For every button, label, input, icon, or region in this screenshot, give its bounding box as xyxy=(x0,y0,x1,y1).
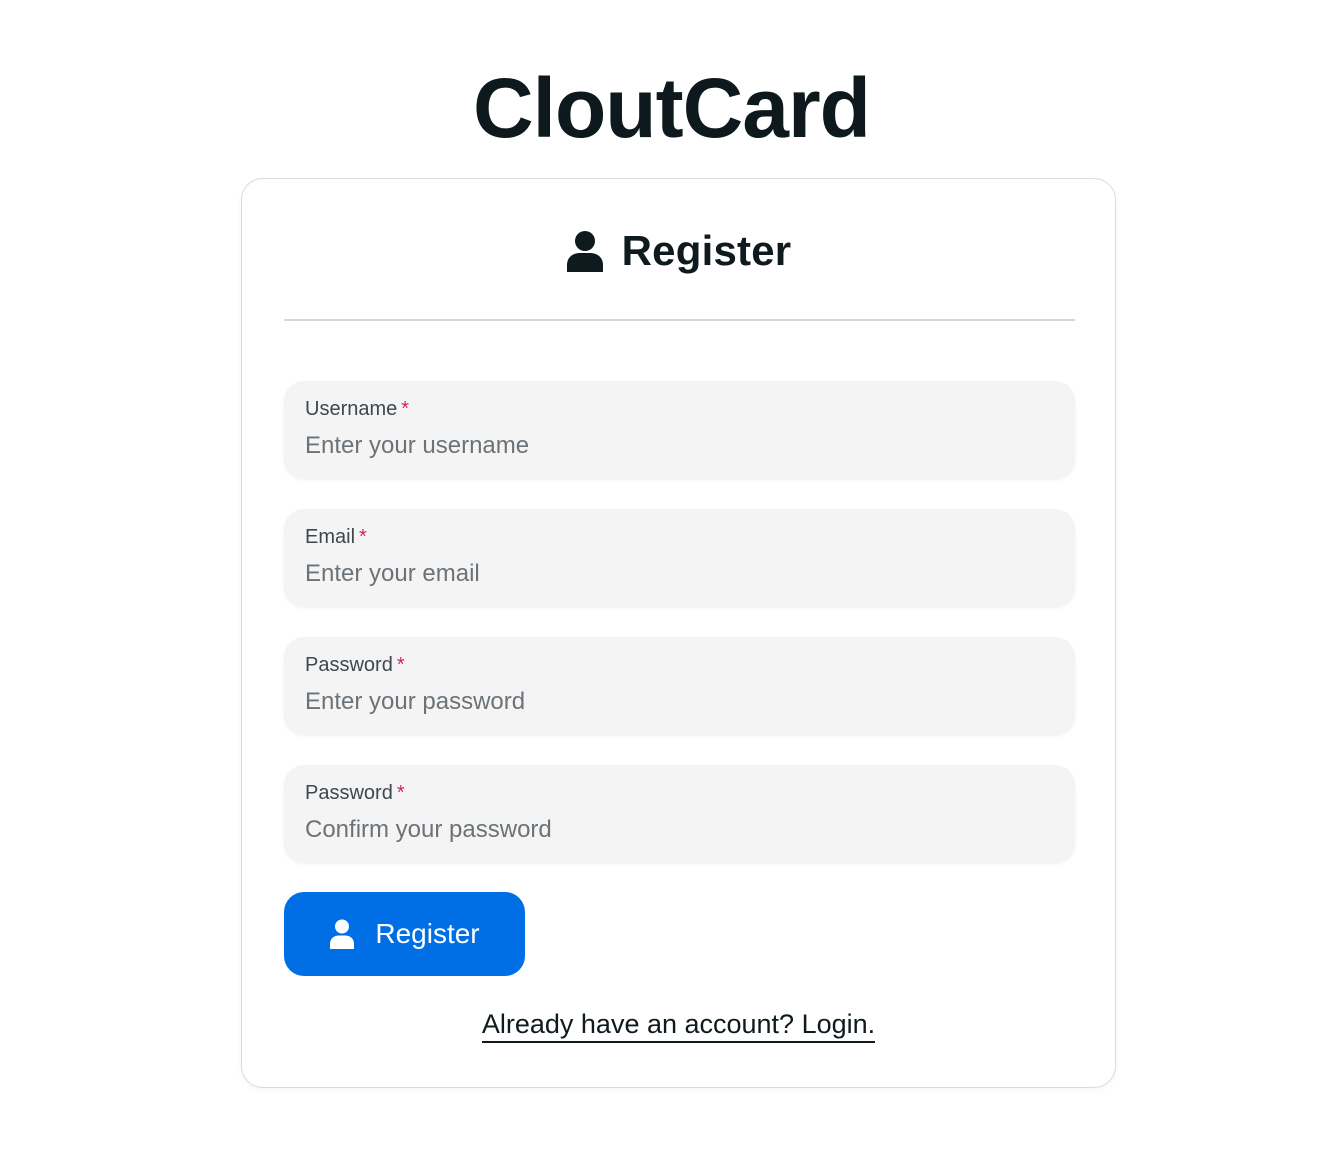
email-label: Email * xyxy=(305,526,367,548)
register-button-label: Register xyxy=(375,918,480,949)
login-link-container: Already have an account? Login. xyxy=(242,1009,1115,1043)
confirm-password-label: Password * xyxy=(305,782,405,804)
register-button[interactable]: Register xyxy=(284,892,525,976)
confirm-password-input[interactable] xyxy=(305,815,1054,845)
password-field[interactable]: Password * xyxy=(284,637,1075,734)
user-icon xyxy=(330,919,355,949)
username-input[interactable] xyxy=(305,431,1054,461)
email-input[interactable] xyxy=(305,559,1054,589)
header-divider xyxy=(284,319,1075,321)
required-marker: * xyxy=(401,398,410,420)
card-header: Register xyxy=(242,225,1115,277)
app-title: CloutCard xyxy=(473,61,871,155)
required-marker: * xyxy=(359,526,367,548)
user-icon xyxy=(566,231,603,272)
password-input[interactable] xyxy=(305,687,1054,717)
username-field[interactable]: Username * xyxy=(284,381,1075,478)
required-marker: * xyxy=(396,782,405,804)
required-marker: * xyxy=(396,654,405,676)
card-heading: Register xyxy=(621,227,792,274)
confirm-password-field[interactable]: Password * xyxy=(284,765,1075,862)
register-card: Register Username* Email* Password* Pass… xyxy=(241,178,1116,1088)
password-label: Password * xyxy=(305,654,405,676)
email-field[interactable]: Email * xyxy=(284,509,1075,606)
login-link[interactable]: Already have an account? Login. xyxy=(481,1009,876,1043)
username-label: Username * xyxy=(305,398,410,420)
